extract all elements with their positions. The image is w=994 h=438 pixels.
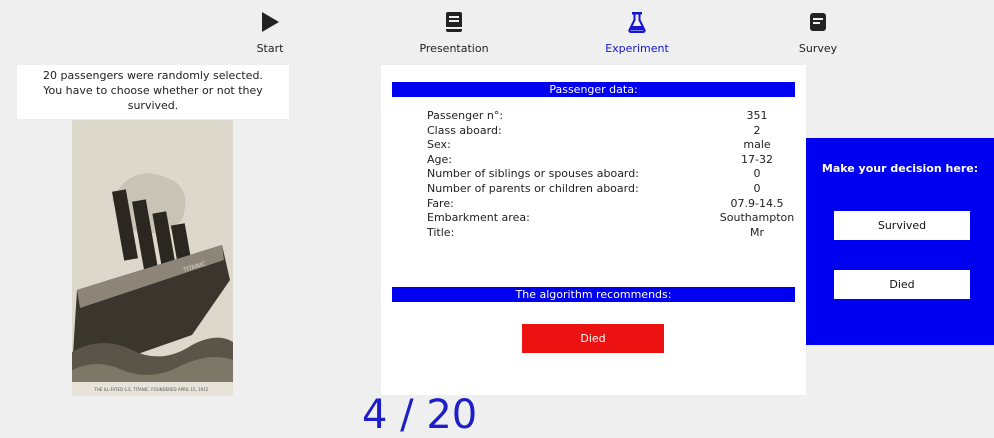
decision-title: Make your decision here: <box>821 162 979 175</box>
field-row: Sex: male <box>427 138 797 153</box>
field-row: Number of siblings or spouses aboard: 0 <box>427 167 797 182</box>
book-icon <box>399 10 509 34</box>
list-icon <box>763 10 873 34</box>
passenger-fields: Passenger n°: 351 Class aboard: 2 Sex: m… <box>427 109 797 240</box>
algorithm-header: The algorithm recommends: <box>392 287 795 302</box>
field-value: 351 <box>746 109 768 122</box>
intro-line: 20 passengers were randomly selected. <box>43 69 263 82</box>
field-row: Class aboard: 2 <box>427 124 797 139</box>
nav-item-label: Presentation <box>419 42 489 55</box>
field-value: 07.9-14.5 <box>730 196 784 210</box>
field-label: Fare: <box>427 196 454 210</box>
flask-icon <box>582 10 692 34</box>
field-row: Embarkment area: Southampton <box>427 211 797 226</box>
nav-item-survey[interactable]: Survey <box>763 10 873 55</box>
intro-text: 20 passengers were randomly selected. Yo… <box>17 65 289 119</box>
nav-item-presentation[interactable]: Presentation <box>399 10 509 55</box>
survived-button[interactable]: Survived <box>834 211 970 240</box>
field-value: 0 <box>753 167 761 181</box>
nav-item-experiment[interactable]: Experiment <box>582 10 692 55</box>
passenger-card: Passenger data: Passenger n°: 351 Class … <box>381 65 806 395</box>
field-label: Number of siblings or spouses aboard: <box>427 167 639 181</box>
field-row: Title: Mr <box>427 226 797 241</box>
field-label: Age: <box>427 152 452 166</box>
passenger-data-header: Passenger data: <box>392 82 795 97</box>
field-value: Southampton <box>719 211 795 225</box>
photo-caption: THE ILL-FATED S.S. TITANIC. FOUNDERED AP… <box>93 387 209 392</box>
field-row: Fare: 07.9-14.5 <box>427 197 797 212</box>
recommendation-badge: Died <box>522 324 664 353</box>
died-button[interactable]: Died <box>834 270 970 299</box>
top-nav: Start Presentation Experiment Survey <box>0 0 994 62</box>
field-row: Number of parents or children aboard: 0 <box>427 182 797 197</box>
field-value: 0 <box>753 181 761 195</box>
nav-item-label: Experiment <box>605 42 669 55</box>
intro-line: You have to choose whether or not they <box>43 84 263 97</box>
nav-item-label: Survey <box>798 42 838 55</box>
field-label: Class aboard: <box>427 123 502 137</box>
progress-counter: 4 / 20 <box>362 392 478 438</box>
field-value: male <box>743 138 771 152</box>
field-value: 2 <box>753 123 761 137</box>
play-icon <box>215 10 325 34</box>
nav-item-start[interactable]: Start <box>215 10 325 55</box>
field-label: Title: <box>427 225 455 239</box>
intro-line: survived. <box>127 99 179 112</box>
decision-panel: Make your decision here: Survived Died <box>806 138 994 345</box>
field-label: Sex: <box>427 138 451 152</box>
field-value: 17-32 <box>741 152 773 166</box>
field-label: Embarkment area: <box>427 211 530 225</box>
field-label: Number of parents or children aboard: <box>427 181 639 195</box>
field-row: Passenger n°: 351 <box>427 109 797 124</box>
field-value: Mr <box>749 225 764 239</box>
field-row: Age: 17-32 <box>427 153 797 168</box>
titanic-photo: TITANIC THE ILL-FATED S.S. TITANIC. FOUN… <box>72 120 233 396</box>
nav-item-label: Start <box>256 42 284 55</box>
field-label: Passenger n°: <box>427 109 504 122</box>
